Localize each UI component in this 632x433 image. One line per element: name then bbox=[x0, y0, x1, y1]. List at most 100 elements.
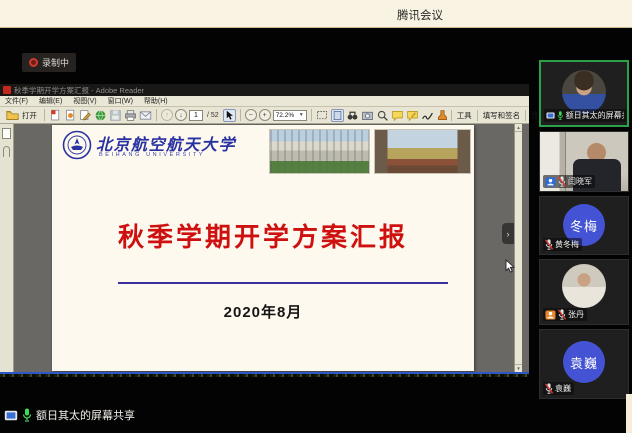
recording-label: 录制中 bbox=[42, 56, 69, 69]
fill-sign-panel-button[interactable]: 填写和签名 bbox=[477, 110, 526, 121]
participant-label: 张丹 bbox=[543, 308, 587, 321]
mouse-cursor bbox=[505, 259, 516, 274]
university-name-en: BEIHANG UNIVERSITY bbox=[99, 152, 205, 158]
participant-name: 袁巍 bbox=[555, 383, 571, 394]
person-badge-icon bbox=[545, 310, 556, 320]
tools-panel-button[interactable]: 工具 bbox=[451, 110, 477, 121]
next-page-button[interactable]: ↓ bbox=[175, 109, 187, 121]
campus-gate-photo bbox=[374, 129, 471, 174]
toolbar-separator bbox=[311, 109, 312, 121]
reader-titlebar: 秋季学期开学方案汇报 - Adobe Reader bbox=[0, 84, 529, 96]
toolbar-separator bbox=[44, 109, 45, 121]
screen-share-icon bbox=[4, 410, 18, 421]
folder-open-icon bbox=[6, 109, 19, 122]
mic-on-icon bbox=[22, 408, 32, 422]
sign-pen-icon[interactable] bbox=[79, 109, 92, 122]
page-total-label: / 52 bbox=[207, 112, 219, 119]
adobe-reader-icon bbox=[3, 86, 11, 94]
meeting-title: 腾讯会议 bbox=[397, 7, 443, 23]
avatar-initials: 袁巍 bbox=[563, 341, 605, 383]
attachments-icon[interactable] bbox=[3, 146, 10, 157]
participant-name: 额日其太的屏幕共... bbox=[566, 110, 624, 121]
toolbar-separator bbox=[240, 109, 241, 121]
export-pdf-icon[interactable] bbox=[64, 109, 77, 122]
screen-share-icon bbox=[546, 111, 555, 120]
page-thumbnails-icon[interactable] bbox=[2, 128, 11, 139]
menu-edit[interactable]: 编辑(E) bbox=[39, 96, 62, 106]
avatar bbox=[562, 70, 606, 114]
caret-down-icon: ▼ bbox=[299, 112, 304, 118]
menu-help[interactable]: 帮助(H) bbox=[144, 96, 168, 106]
desktop-edge-strip bbox=[626, 394, 632, 433]
slide-date: 2020年8月 bbox=[52, 301, 474, 322]
participant-label: 袁巍 bbox=[543, 382, 574, 395]
email-icon[interactable] bbox=[139, 109, 152, 122]
slide-title: 秋季学期开学方案汇报 bbox=[52, 217, 474, 254]
meeting-window: 腾讯会议 录制中 秋季学期开学方案汇报 - Adobe Reader 文件(F)… bbox=[0, 0, 632, 433]
open-label: 打开 bbox=[22, 110, 37, 121]
menu-file[interactable]: 文件(F) bbox=[5, 96, 28, 106]
meeting-titlebar: 腾讯会议 bbox=[0, 0, 632, 28]
campus-building-photo bbox=[269, 129, 370, 174]
zoom-out-button[interactable]: − bbox=[245, 109, 257, 121]
mic-muted-icon bbox=[545, 383, 553, 394]
participant-tile-video[interactable]: 闫晓军 bbox=[539, 131, 629, 192]
zoom-in-button[interactable]: + bbox=[259, 109, 271, 121]
beihang-logo-icon bbox=[62, 130, 92, 160]
signature-icon[interactable] bbox=[421, 109, 434, 122]
mic-muted-icon bbox=[558, 309, 566, 320]
person-badge-icon bbox=[545, 177, 556, 187]
participant-label: 黄冬梅 bbox=[543, 238, 582, 251]
participant-tile-initials[interactable]: 冬梅 黄冬梅 bbox=[539, 196, 629, 255]
share-banner: 额日其太的屏幕共享 bbox=[4, 407, 135, 423]
binoculars-icon[interactable] bbox=[346, 109, 359, 122]
create-pdf-icon[interactable] bbox=[49, 109, 62, 122]
mic-muted-icon bbox=[558, 176, 566, 187]
mic-on-icon bbox=[557, 110, 564, 121]
participant-name: 闫晓军 bbox=[568, 176, 592, 187]
scroll-up-icon[interactable]: ▲ bbox=[515, 124, 522, 132]
participant-tile-photo[interactable]: 张丹 bbox=[539, 259, 629, 325]
adobe-reader-window: 秋季学期开学方案汇报 - Adobe Reader 文件(F) 编辑(E) 视图… bbox=[0, 84, 529, 377]
page-number-input[interactable]: 1 bbox=[189, 110, 203, 121]
snapshot-icon[interactable] bbox=[361, 109, 374, 122]
participant-name: 黄冬梅 bbox=[555, 239, 579, 250]
participant-tile-screen-share[interactable]: 额日其太的屏幕共... bbox=[539, 60, 629, 127]
participant-label: 额日其太的屏幕共... bbox=[544, 109, 627, 122]
search-icon[interactable] bbox=[376, 109, 389, 122]
select-tool-icon[interactable] bbox=[223, 109, 236, 122]
print-icon[interactable] bbox=[124, 109, 137, 122]
participant-tile-initials[interactable]: 袁巍 袁巍 bbox=[539, 329, 629, 399]
save-icon[interactable] bbox=[109, 109, 122, 122]
menu-view[interactable]: 视图(V) bbox=[73, 96, 96, 106]
shared-taskbar-strip bbox=[0, 374, 529, 377]
zoom-level-select[interactable]: 72.2% ▼ bbox=[273, 110, 307, 121]
fit-page-icon[interactable] bbox=[331, 109, 344, 122]
participant-name: 张丹 bbox=[568, 309, 584, 320]
menu-window[interactable]: 窗口(W) bbox=[108, 96, 133, 106]
reader-window-title: 秋季学期开学方案汇报 - Adobe Reader bbox=[14, 85, 144, 96]
zoom-value: 72.2% bbox=[276, 112, 294, 119]
highlight-comment-icon[interactable] bbox=[406, 109, 419, 122]
share-banner-label: 额日其太的屏幕共享 bbox=[36, 407, 135, 423]
reader-menubar: 文件(F) 编辑(E) 视图(V) 窗口(W) 帮助(H) bbox=[0, 96, 529, 107]
recording-icon bbox=[29, 58, 38, 67]
slide-divider bbox=[118, 282, 448, 284]
previous-page-button[interactable]: ↑ bbox=[161, 109, 173, 121]
avatar bbox=[562, 264, 606, 308]
vertical-scrollbar[interactable]: ▲ ▼ bbox=[514, 124, 522, 372]
stamp-icon[interactable] bbox=[436, 109, 449, 122]
toolbar-separator bbox=[156, 109, 157, 121]
recording-indicator[interactable]: 录制中 bbox=[22, 53, 76, 72]
globe-icon[interactable] bbox=[94, 109, 107, 122]
scroll-down-icon[interactable]: ▼ bbox=[515, 364, 522, 372]
sticky-note-icon[interactable] bbox=[391, 109, 404, 122]
pdf-slide-page: 北京航空航天大学 BEIHANG UNIVERSITY 秋季学期开学方案汇报 2… bbox=[52, 125, 474, 371]
open-button[interactable]: 打开 bbox=[3, 109, 40, 122]
panel-expand-chevron[interactable]: › bbox=[502, 223, 514, 244]
marquee-zoom-icon[interactable] bbox=[316, 109, 329, 122]
navigation-panel bbox=[0, 124, 14, 372]
document-area: 北京航空航天大学 BEIHANG UNIVERSITY 秋季学期开学方案汇报 2… bbox=[0, 124, 529, 372]
participant-label: 闫晓军 bbox=[543, 175, 595, 188]
mic-muted-icon bbox=[545, 239, 553, 250]
